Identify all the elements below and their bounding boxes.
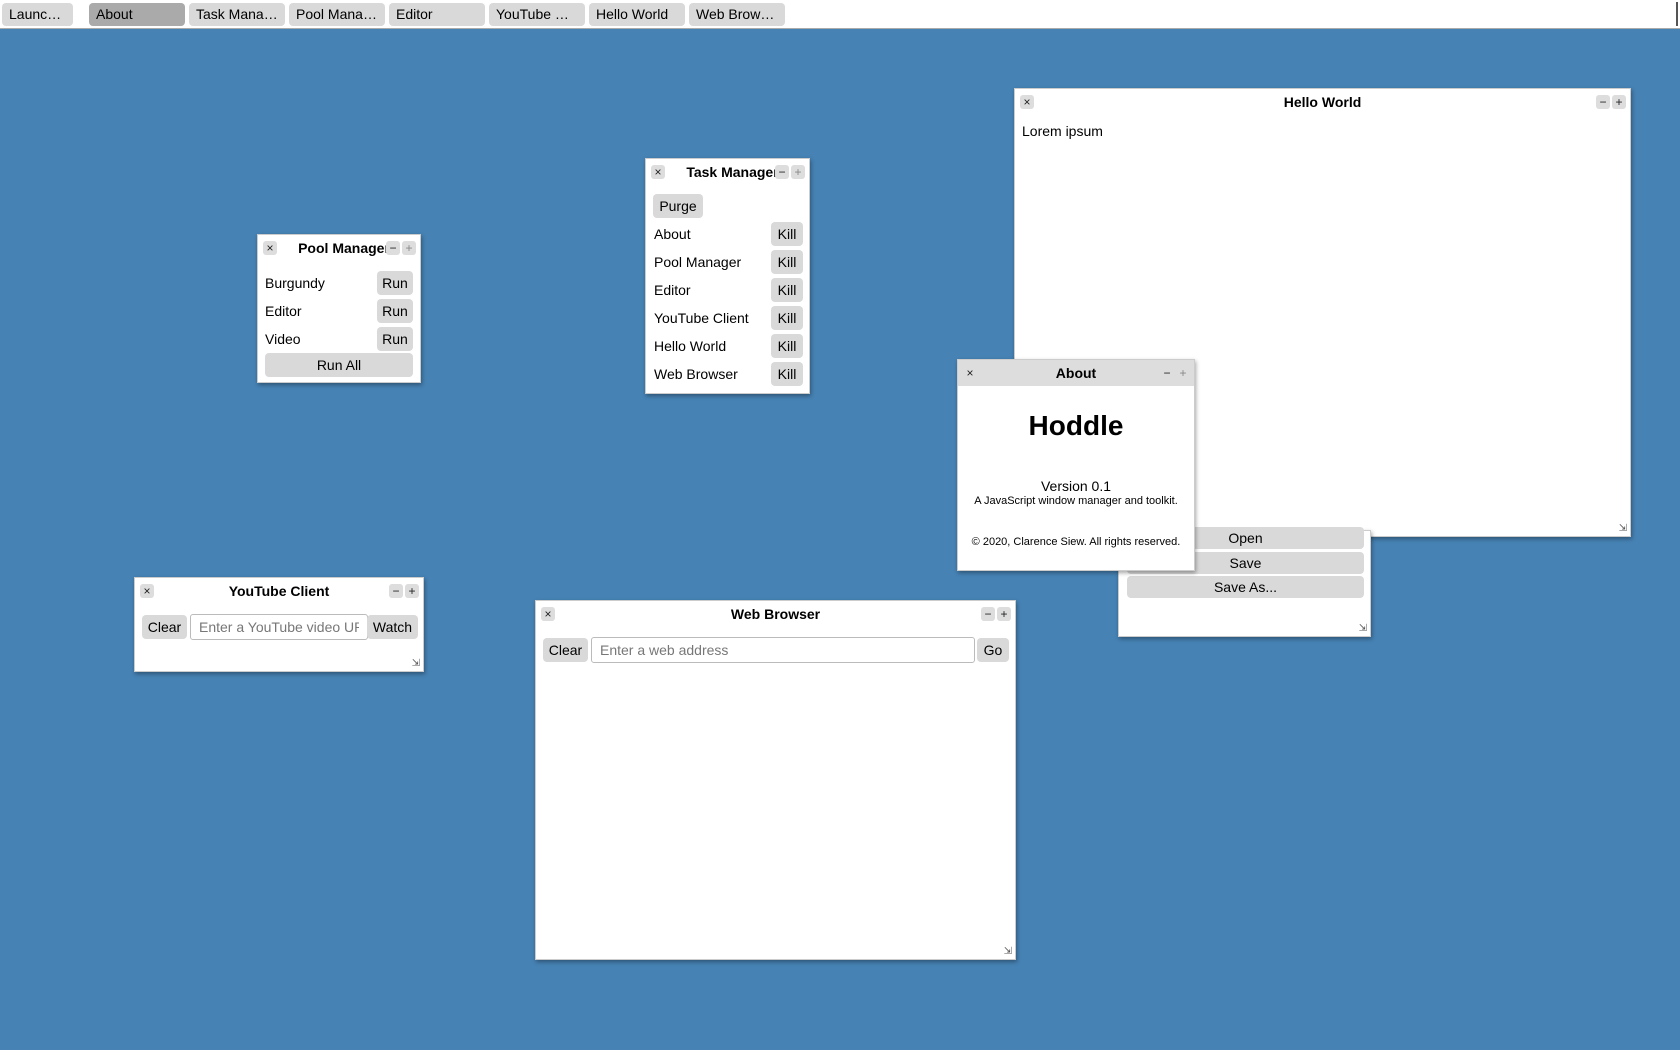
- kill-button[interactable]: Kill: [771, 250, 803, 274]
- taskbar-hello-world[interactable]: Hello World: [589, 3, 685, 26]
- task-manager-window: × Task Manager − + Purge About Kill Pool…: [645, 158, 810, 394]
- app-name: Hoddle: [1028, 410, 1124, 441]
- about-titlebar[interactable]: × About − +: [958, 360, 1194, 386]
- watch-button[interactable]: Watch: [367, 615, 418, 639]
- kill-button[interactable]: Kill: [771, 222, 803, 246]
- task-manager-titlebar[interactable]: × Task Manager − +: [646, 159, 809, 185]
- task-item-label: Hello World: [654, 338, 727, 354]
- resize-handle-icon[interactable]: ⇲: [1004, 946, 1012, 957]
- task-item-label: YouTube Client: [654, 310, 749, 326]
- about-window: × About − + Hoddle Version 0.1 A JavaScr…: [957, 359, 1195, 571]
- taskbar-web-browser[interactable]: Web Browser: [689, 3, 785, 26]
- window-title: Hello World: [1283, 94, 1362, 110]
- maximize-icon[interactable]: +: [405, 584, 419, 598]
- purge-button[interactable]: Purge: [653, 194, 703, 218]
- resize-handle-icon[interactable]: ⇲: [412, 658, 420, 669]
- window-title: Web Browser: [730, 606, 821, 622]
- clear-button[interactable]: Clear: [543, 638, 588, 662]
- minimize-icon[interactable]: −: [981, 607, 995, 621]
- minimize-icon[interactable]: −: [1596, 95, 1610, 109]
- maximize-icon[interactable]: +: [997, 607, 1011, 621]
- kill-button[interactable]: Kill: [771, 278, 803, 302]
- pool-item-label: Editor: [265, 303, 302, 319]
- taskbar-about[interactable]: About: [89, 3, 185, 26]
- run-button[interactable]: Run: [377, 327, 413, 351]
- minimize-icon[interactable]: −: [389, 584, 403, 598]
- maximize-icon[interactable]: +: [791, 165, 805, 179]
- hello-world-titlebar[interactable]: × Hello World − +: [1015, 89, 1630, 115]
- maximize-icon[interactable]: +: [402, 241, 416, 255]
- pool-manager-window: × Pool Manager − + Burgundy Run Editor R…: [257, 234, 421, 383]
- minimize-icon[interactable]: −: [775, 165, 789, 179]
- taskbar: Launcher About Task Manager Pool Manager…: [0, 0, 1680, 29]
- hello-world-text: Lorem ipsum: [1022, 123, 1103, 139]
- task-item-label: Web Browser: [654, 366, 738, 382]
- maximize-icon[interactable]: +: [1612, 95, 1626, 109]
- pool-manager-titlebar[interactable]: × Pool Manager − +: [258, 235, 420, 261]
- kill-button[interactable]: Kill: [771, 306, 803, 330]
- taskbar-pool-manager[interactable]: Pool Manager: [289, 3, 385, 26]
- kill-button[interactable]: Kill: [771, 334, 803, 358]
- task-item-label: About: [654, 226, 691, 242]
- version-text: Version 0.1: [1040, 478, 1112, 494]
- youtube-client-titlebar[interactable]: × YouTube Client − +: [135, 578, 423, 604]
- window-title: YouTube Client: [228, 583, 330, 599]
- web-browser-titlebar[interactable]: × Web Browser − +: [536, 601, 1015, 627]
- youtube-url-input[interactable]: [190, 614, 368, 640]
- save-as-button[interactable]: Save As...: [1127, 576, 1364, 598]
- maximize-icon[interactable]: +: [1176, 366, 1190, 380]
- task-item-label: Pool Manager: [654, 254, 742, 270]
- taskbar-youtube-client[interactable]: YouTube Client: [489, 3, 585, 26]
- resize-handle-icon[interactable]: ⇲: [1619, 523, 1627, 534]
- web-browser-window: × Web Browser − + Clear Go ⇲: [535, 600, 1016, 960]
- scrollbar[interactable]: [1676, 2, 1678, 26]
- window-title: About: [1055, 365, 1097, 381]
- youtube-client-window: × YouTube Client − + Clear Watch ⇲: [134, 577, 424, 672]
- clear-button[interactable]: Clear: [142, 615, 187, 639]
- taskbar-launcher[interactable]: Launcher: [2, 3, 73, 26]
- minimize-icon[interactable]: −: [386, 241, 400, 255]
- pool-item-label: Video: [265, 331, 301, 347]
- address-input[interactable]: [591, 637, 975, 663]
- taskbar-task-manager[interactable]: Task Manager: [189, 3, 285, 26]
- run-button[interactable]: Run: [377, 299, 413, 323]
- resize-handle-icon[interactable]: ⇲: [1359, 623, 1367, 634]
- task-item-label: Editor: [654, 282, 691, 298]
- run-button[interactable]: Run: [377, 271, 413, 295]
- run-all-button[interactable]: Run All: [265, 353, 413, 377]
- pool-item-label: Burgundy: [265, 275, 325, 291]
- go-button[interactable]: Go: [977, 638, 1009, 662]
- taskbar-editor[interactable]: Editor: [389, 3, 485, 26]
- tagline-text: A JavaScript window manager and toolkit.: [974, 495, 1178, 507]
- copyright-text: © 2020, Clarence Siew. All rights reserv…: [971, 536, 1181, 548]
- kill-button[interactable]: Kill: [771, 362, 803, 386]
- minimize-icon[interactable]: −: [1160, 366, 1174, 380]
